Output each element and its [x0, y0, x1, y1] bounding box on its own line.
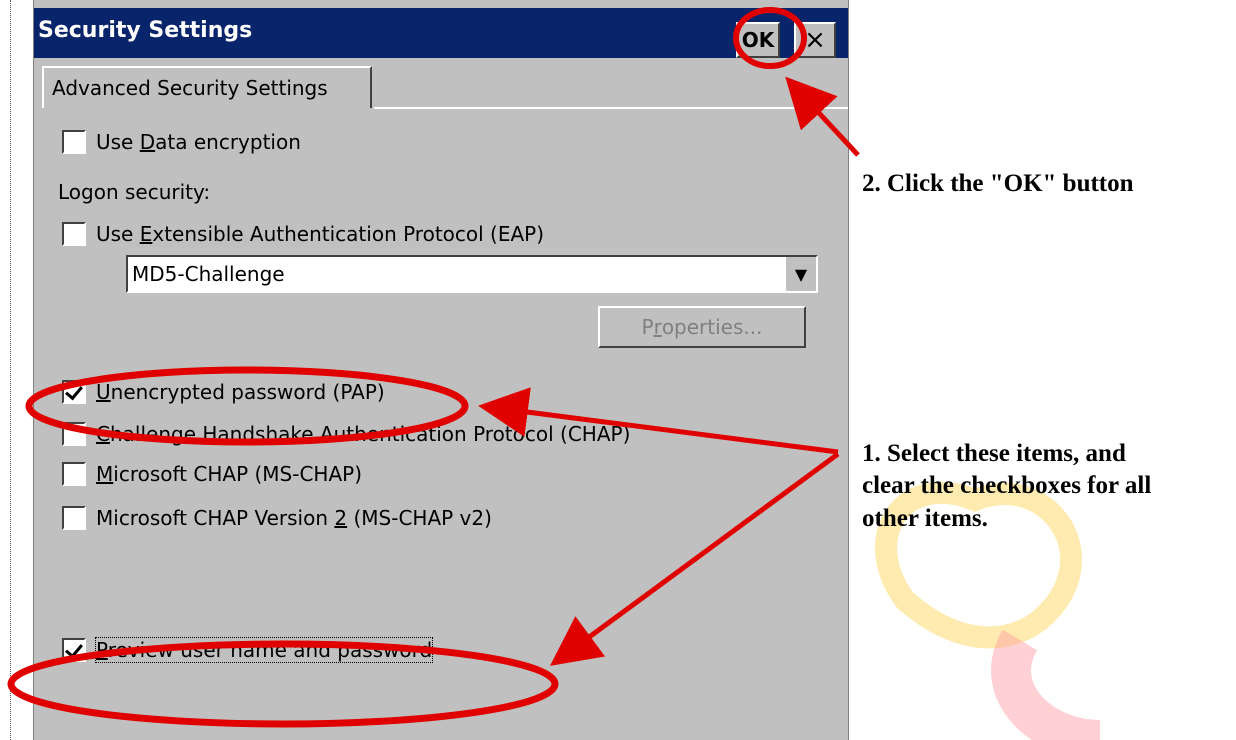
ok-highlight-ellipse — [733, 7, 807, 69]
arrow-to-pap-option — [478, 387, 839, 455]
pap-highlight-ellipse — [25, 366, 469, 446]
preview-highlight-ellipse — [7, 640, 559, 728]
arrow-to-preview-option — [549, 451, 840, 666]
annotation-overlay — [7, 7, 860, 728]
arrow-to-ok-button — [785, 76, 860, 157]
